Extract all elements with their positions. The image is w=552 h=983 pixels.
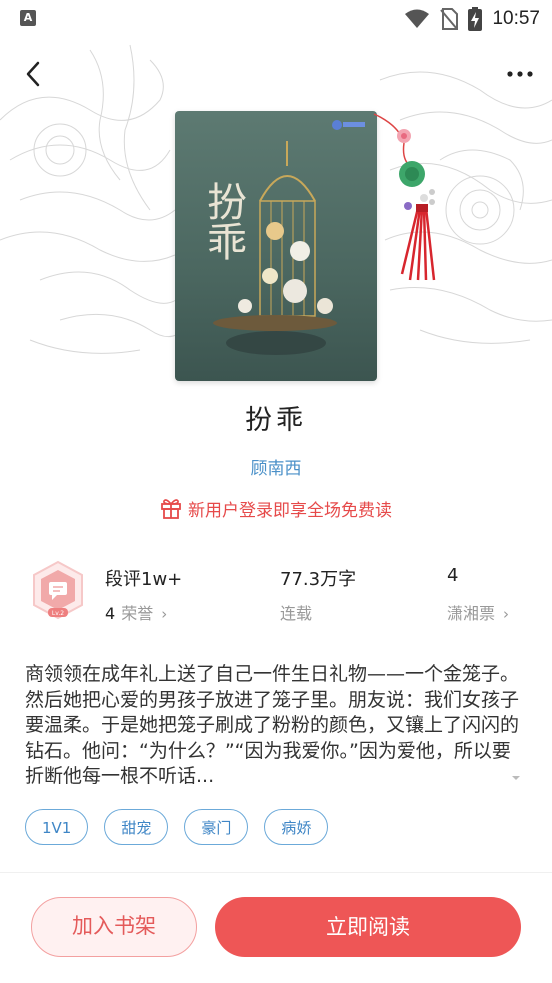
ticket-link[interactable]: 潇湘票 › xyxy=(447,600,509,624)
read-now-button[interactable]: 立即阅读 xyxy=(215,897,521,957)
book-cover[interactable]: 扮乖 xyxy=(175,111,377,381)
more-horizontal-icon xyxy=(507,71,533,77)
status-time: 10:57 xyxy=(492,8,540,29)
cover-illustration: 扮乖 xyxy=(200,120,365,355)
divider xyxy=(0,872,552,873)
honor-link[interactable]: 4 荣誉 › xyxy=(105,600,167,624)
app-notification-icon: A xyxy=(20,10,36,26)
wifi-icon xyxy=(405,9,430,28)
status-bar: A 10:57 xyxy=(0,0,552,38)
stats-row: Lv.2 段评1w+ 4 荣誉 › 77.3万字 连载 4 潇湘票 › xyxy=(0,556,552,630)
honor-count: 4 xyxy=(105,604,116,623)
synopsis-text[interactable]: 商领领在成年礼上送了自己一件生日礼物——一个金笼子。然后她把心爱的男孩子放进了笼… xyxy=(25,662,525,790)
word-count: 77.3万字 xyxy=(280,569,357,590)
tassel-ornament xyxy=(373,113,436,281)
ticket-label: 潇湘票 xyxy=(447,604,496,623)
gift-icon xyxy=(161,499,181,519)
book-title: 扮乖 xyxy=(245,405,307,436)
tag-list: 1V1 甜宠 豪门 病娇 xyxy=(25,809,329,845)
author-link[interactable]: 顾南西 xyxy=(0,454,552,479)
tag-chip[interactable]: 1V1 xyxy=(25,809,89,845)
more-button[interactable] xyxy=(502,60,538,88)
promo-text: 新用户登录即享全场免费读 xyxy=(188,500,392,521)
tag-chip[interactable]: 甜宠 xyxy=(104,809,169,845)
chevron-right-icon: › xyxy=(503,605,510,623)
serial-status: 连载 xyxy=(280,604,313,623)
battery-charging-icon xyxy=(468,7,483,31)
badge-level: Lv.2 xyxy=(52,610,64,617)
chevron-down-icon[interactable] xyxy=(510,772,522,784)
add-to-shelf-button[interactable]: 加入书架 xyxy=(31,897,197,957)
review-count[interactable]: 段评1w+ xyxy=(105,565,182,591)
back-button[interactable] xyxy=(18,58,50,90)
chevron-left-icon xyxy=(26,61,40,87)
chevron-right-icon: › xyxy=(161,605,168,623)
no-sim-icon xyxy=(440,8,459,30)
honor-label: 荣誉 xyxy=(121,604,154,623)
honor-badge-icon[interactable]: Lv.2 xyxy=(30,560,86,622)
cover-title-art: 扮乖 xyxy=(200,181,246,261)
tag-chip[interactable]: 豪门 xyxy=(184,809,249,845)
promo-banner[interactable]: 新用户登录即享全场免费读 xyxy=(0,496,552,521)
ticket-count[interactable]: 4 xyxy=(447,565,458,586)
tag-chip[interactable]: 病娇 xyxy=(264,809,329,845)
